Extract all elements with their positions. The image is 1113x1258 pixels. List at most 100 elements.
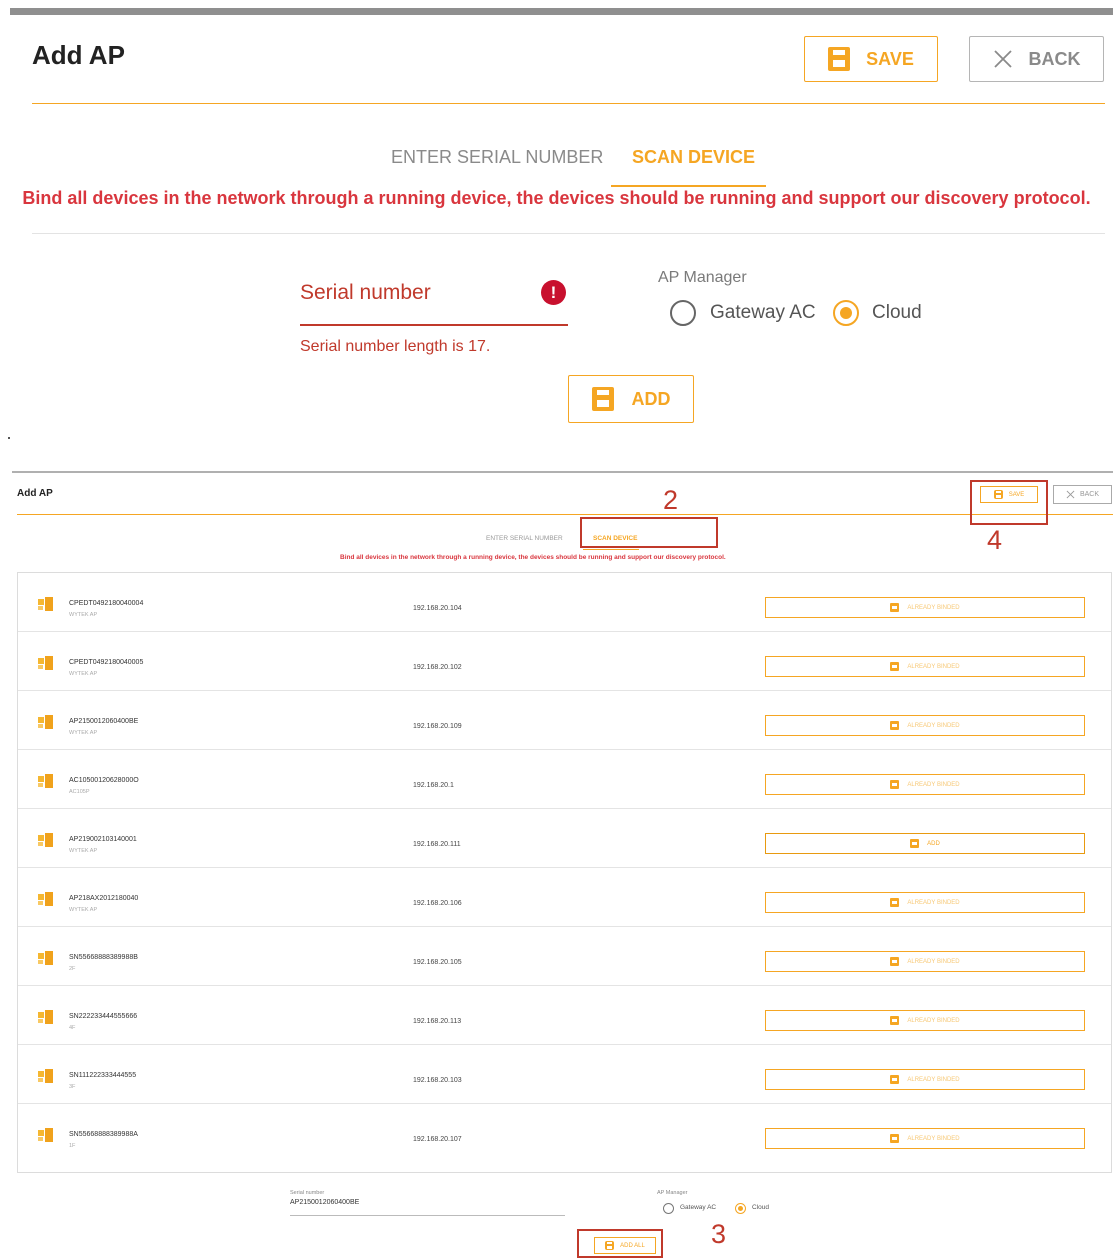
header-divider [32,103,1105,104]
step-number-2: 2 [663,485,679,515]
add-button[interactable]: ADD [568,375,694,423]
radio-cloud-small[interactable] [735,1203,746,1214]
device-row: AP218AX2012180040 WYTEK AP 192.168.20.10… [18,868,1111,927]
already-binded-button: ALREADY BINDED [765,597,1085,618]
device-serial: AC10500120628000O [69,777,139,784]
highlight-save-button [970,480,1048,525]
already-binded-button: ALREADY BINDED [765,951,1085,972]
device-row: SN222233444555666 4F 192.168.20.113 ALRE… [18,986,1111,1045]
device-row: CPEDT0492180040005 WYTEK AP 192.168.20.1… [18,632,1111,691]
network-device-icon [38,774,54,788]
network-device-icon [38,656,54,670]
device-ip: 192.168.20.105 [413,959,462,966]
device-status: ALREADY BINDED [907,604,960,611]
device-row: AC10500120628000O AC105P 192.168.20.1 AL… [18,750,1111,809]
device-ip: 192.168.20.103 [413,1077,462,1084]
network-device-icon [38,951,54,965]
tab-scan-device[interactable]: SCAN DEVICE [632,147,755,168]
device-row: SN55668888389988A 1F 192.168.20.107 ALRE… [18,1104,1111,1163]
highlight-scan-device-tab [580,517,718,548]
highlight-add-all-button [577,1229,663,1258]
scan-description-small: Bind all devices in the network through … [340,554,726,561]
device-model: 2F [69,966,76,972]
exclamation-circle-icon: ! [541,280,566,305]
radio-cloud[interactable] [833,300,859,326]
back-button-small[interactable]: BACK [1053,485,1112,504]
device-row: CPEDT0492180040004 WYTEK AP 192.168.20.1… [18,573,1111,632]
top-divider-bar [10,8,1113,15]
save-button[interactable]: SAVE [804,36,938,82]
add-device-button[interactable]: ADD [765,833,1085,854]
close-x-icon [1066,490,1075,499]
radio-gateway-ac-small[interactable] [663,1203,674,1214]
device-ip: 192.168.20.109 [413,723,462,730]
serial-number-input-small[interactable]: AP2150012060400BE [290,1199,359,1206]
floppy-disk-icon [910,839,920,848]
page-title-small: Add AP [17,488,53,499]
network-device-icon [38,597,54,611]
floppy-disk-icon [890,721,900,730]
device-serial: SN55668888389988B [69,954,138,961]
device-serial: SN55668888389988A [69,1131,138,1138]
device-status: ALREADY BINDED [907,722,960,729]
radio-gateway-ac-label-small[interactable]: Gateway AC [680,1204,716,1211]
device-serial: AP218AX2012180040 [69,895,139,902]
serial-number-field[interactable]: Serial number [300,281,431,305]
device-status: ALREADY BINDED [907,663,960,670]
radio-gateway-ac[interactable] [670,300,696,326]
save-label: SAVE [866,48,914,69]
floppy-disk-icon [890,1075,900,1084]
device-model: 1F [69,1143,76,1149]
serial-number-error: Serial number length is 17. [300,338,491,355]
device-ip: 192.168.20.106 [413,900,462,907]
device-status: ALREADY BINDED [907,1076,960,1083]
active-tab-indicator-small [583,549,639,550]
already-binded-button: ALREADY BINDED [765,715,1085,736]
device-serial: SN111222333444555 [69,1072,137,1079]
floppy-disk-icon [890,1016,900,1025]
network-device-icon [38,892,54,906]
device-model: WYTEK AP [69,730,98,736]
device-model: AC105P [69,789,90,795]
device-serial: CPEDT0492180040004 [69,600,144,607]
device-status: ALREADY BINDED [907,1135,960,1142]
step-number-3: 3 [711,1219,727,1249]
device-status: ADD [927,840,940,847]
device-row: SN55668888389988B 2F 192.168.20.105 ALRE… [18,927,1111,986]
device-ip: 192.168.20.111 [413,841,461,848]
device-row: SN111222333444555 3F 192.168.20.103 ALRE… [18,1045,1111,1104]
back-label-small: BACK [1079,491,1100,498]
floppy-disk-icon [591,387,614,411]
serial-number-underline-small [290,1215,565,1216]
add-label: ADD [631,388,671,409]
active-tab-indicator [611,185,766,187]
radio-cloud-label-small[interactable]: Cloud [752,1204,769,1211]
tab-enter-serial-number[interactable]: ENTER SERIAL NUMBER [391,147,603,168]
scanned-device-list: CPEDT0492180040004 WYTEK AP 192.168.20.1… [17,572,1112,1173]
floppy-disk-icon [890,1134,900,1143]
device-serial: SN222233444555666 [69,1013,138,1020]
device-ip: 192.168.20.113 [413,1018,462,1025]
network-device-icon [38,1128,54,1142]
device-ip: 192.168.20.107 [413,1136,462,1143]
already-binded-button: ALREADY BINDED [765,1128,1085,1149]
radio-cloud-label[interactable]: Cloud [872,302,922,324]
serial-number-label-small: Serial number [290,1190,325,1196]
floppy-disk-icon [890,898,900,907]
floppy-disk-icon [890,780,900,789]
back-label: BACK [1028,48,1081,69]
device-status: ALREADY BINDED [907,958,960,965]
back-button[interactable]: BACK [969,36,1104,82]
device-serial: AP2150012060400BE [69,718,139,725]
page-title: Add AP [32,40,125,70]
speck [8,437,10,439]
device-model: WYTEK AP [69,848,98,854]
already-binded-button: ALREADY BINDED [765,774,1085,795]
serial-number-underline [300,324,568,326]
ap-manager-label: AP Manager [658,269,747,286]
panel-top-border [12,471,1113,473]
tab-enter-serial-number-small[interactable]: ENTER SERIAL NUMBER [486,535,563,542]
radio-gateway-ac-label[interactable]: Gateway AC [710,302,816,324]
already-binded-button: ALREADY BINDED [765,1069,1085,1090]
device-serial: CPEDT0492180040005 [69,659,144,666]
